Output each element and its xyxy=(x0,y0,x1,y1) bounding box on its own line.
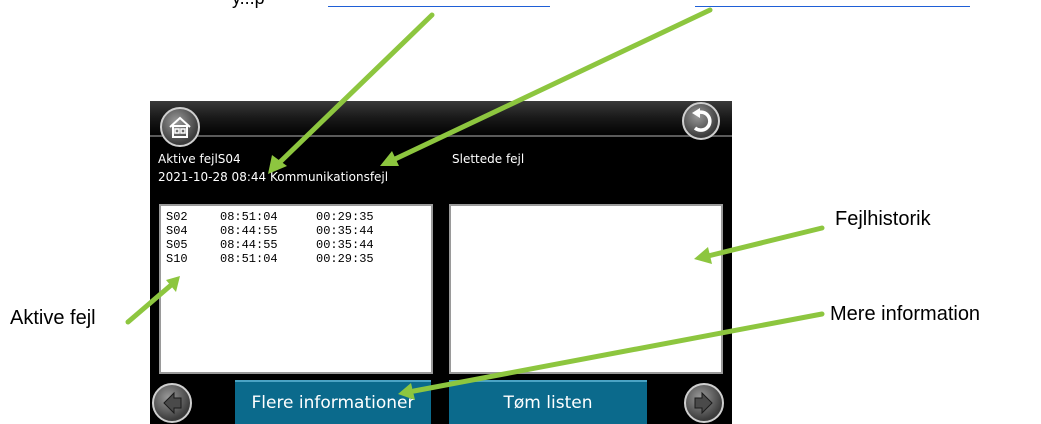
more-info-button[interactable]: Flere informationer xyxy=(235,380,431,424)
active-faults-list[interactable]: S02 08:51:04 00:29:35 S04 08:44:55 00:35… xyxy=(159,204,433,374)
device-screen: Aktive fejlS04 2021-10-28 08:44 Kommunik… xyxy=(150,101,732,424)
back-button[interactable] xyxy=(682,102,720,140)
screen-top-bar xyxy=(150,101,732,137)
home-button[interactable] xyxy=(160,107,200,147)
top-link-left[interactable] xyxy=(328,0,550,7)
top-link-right[interactable] xyxy=(695,0,970,7)
arrow-left-icon xyxy=(163,391,182,415)
active-faults-title: Aktive fejlS04 xyxy=(158,152,241,166)
clear-list-button[interactable]: Tøm listen xyxy=(449,380,647,424)
callout-active-faults: Aktive fejl xyxy=(10,307,96,329)
prev-button[interactable] xyxy=(152,383,192,423)
back-icon xyxy=(692,108,712,132)
deleted-faults-title: Slettede fejl xyxy=(452,152,525,166)
callout-fault-history: Fejlhistorik xyxy=(835,208,931,230)
active-fault-description: 2021-10-28 08:44 Kommunikationsfejl xyxy=(158,170,389,184)
home-icon xyxy=(169,116,191,138)
next-button[interactable] xyxy=(684,383,724,423)
arrow-right-icon xyxy=(694,391,713,415)
callout-more-info: Mere information xyxy=(830,303,981,325)
fault-history-list[interactable] xyxy=(449,204,723,374)
top-partial-text: y...p xyxy=(232,0,265,9)
